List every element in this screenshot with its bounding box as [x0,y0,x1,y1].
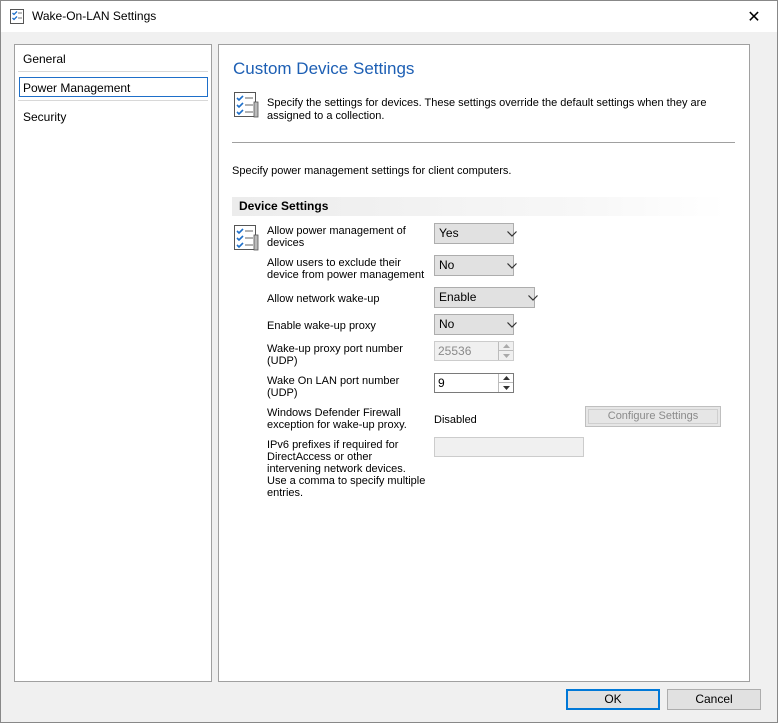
configure-settings-button: Configure Settings [585,406,721,427]
settings-checklist-icon [232,90,262,120]
settings-checklist-icon [9,7,27,25]
wakeup-proxy-select[interactable]: No [434,314,517,335]
stepper-value: 9 [438,376,445,390]
wake-on-lan-settings-dialog: Wake-On-LAN Settings ✕ General Power Man… [0,0,778,723]
nav-item-power-management[interactable]: Power Management [15,76,211,101]
allow-exclude-label: Allow users to exclude their device from… [267,257,425,281]
group-title: Device Settings [239,199,329,213]
ipv6-prefixes-input [434,437,584,457]
group-header: Device Settings [232,197,726,216]
page-title: Custom Device Settings [233,59,415,78]
title-bar[interactable]: Wake-On-LAN Settings ✕ [1,1,777,32]
stepper-buttons [498,342,513,360]
arrow-up-icon[interactable] [499,374,513,383]
nav-item-label: General [23,52,66,66]
selection-highlight [19,77,208,97]
intro-text: Specify power management settings for cl… [232,165,512,177]
close-button[interactable]: ✕ [731,1,777,32]
wol-port-stepper[interactable]: 9 [434,373,514,393]
proxy-port-stepper: 25536 [434,341,514,361]
settings-content: Custom Device Settings Specify the setti… [218,44,750,682]
nav-divider [18,71,208,72]
select-value: Enable [439,290,477,304]
proxy-port-label: Wake-up proxy port number (UDP) [267,343,403,367]
allow-exclude-select[interactable]: No [434,255,517,276]
nav-item-label: Security [23,110,67,124]
header-description: Specify the settings for devices. These … [267,97,707,122]
select-value: No [439,258,455,272]
nav-item-general[interactable]: General [15,47,211,72]
stepper-value: 25536 [438,344,472,358]
header-divider [232,142,735,143]
arrow-up-icon [499,342,513,351]
select-value: No [439,317,455,331]
ipv6-prefixes-label: IPv6 prefixes if required for DirectAcce… [267,439,426,499]
firewall-status: Disabled [434,414,477,426]
wol-port-label: Wake On LAN port number (UDP) [267,375,400,399]
arrow-down-icon[interactable] [499,383,513,392]
close-icon: ✕ [747,8,761,26]
allow-power-management-label: Allow power management of devices [267,225,406,249]
select-value: Yes [439,226,459,240]
nav-item-security[interactable]: Security [15,105,211,130]
stepper-buttons [498,374,513,392]
wakeup-proxy-label: Enable wake-up proxy [267,320,376,332]
allow-power-management-select[interactable]: Yes [434,223,517,244]
ok-button[interactable]: OK [566,689,660,710]
settings-checklist-icon [232,223,262,253]
window-title: Wake-On-LAN Settings [32,9,157,23]
cancel-button[interactable]: Cancel [667,689,761,710]
button-focus-frame [588,409,718,424]
firewall-label: Windows Defender Firewall exception for … [267,407,407,431]
network-wakeup-label: Allow network wake-up [267,293,380,305]
network-wakeup-select[interactable]: Enable [434,287,538,308]
settings-nav: General Power Management Security [14,44,212,682]
arrow-down-icon [499,351,513,360]
nav-divider [18,100,208,101]
